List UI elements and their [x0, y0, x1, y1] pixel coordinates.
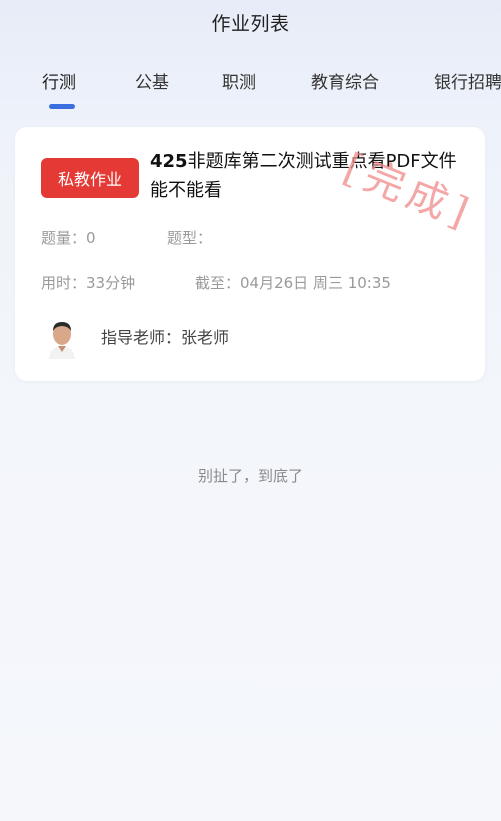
homework-title-number: 425 — [150, 151, 188, 172]
teacher-avatar-icon — [49, 322, 75, 359]
tab-jiaoyu-zonghe[interactable]: 教育综合 — [311, 68, 379, 93]
time-used: 用时：33分钟 — [41, 274, 136, 292]
tab-xingce[interactable]: 行测 — [42, 68, 76, 93]
tab-zhice[interactable]: 职测 — [222, 68, 256, 93]
active-tab-indicator — [49, 104, 75, 109]
homework-card[interactable]: 私教作业 425非题库第二次测试重点看PDF文件能不能看 [完成] 题量：0 题… — [15, 127, 485, 381]
question-type: 题型： — [167, 229, 213, 247]
header: 作业列表 — [0, 0, 501, 44]
page-title: 作业列表 — [211, 12, 290, 35]
list-end-text: 别扯了，到底了 — [197, 467, 303, 485]
page: 作业列表 行测 公基 职测 教育综合 银行招聘 私教作业 425非题库第二次测试… — [0, 0, 501, 821]
deadline: 截至：04月26日 周三 10:35 — [195, 274, 391, 292]
teacher-name: 指导老师：张老师 — [101, 328, 230, 347]
tab-bar: 行测 公基 职测 教育综合 银行招聘 — [0, 62, 501, 112]
tab-gongji[interactable]: 公基 — [135, 68, 169, 93]
homework-type-badge: 私教作业 — [41, 158, 139, 198]
tab-yinhang-zhaopin[interactable]: 银行招聘 — [434, 68, 501, 93]
question-count: 题量：0 — [41, 229, 96, 247]
